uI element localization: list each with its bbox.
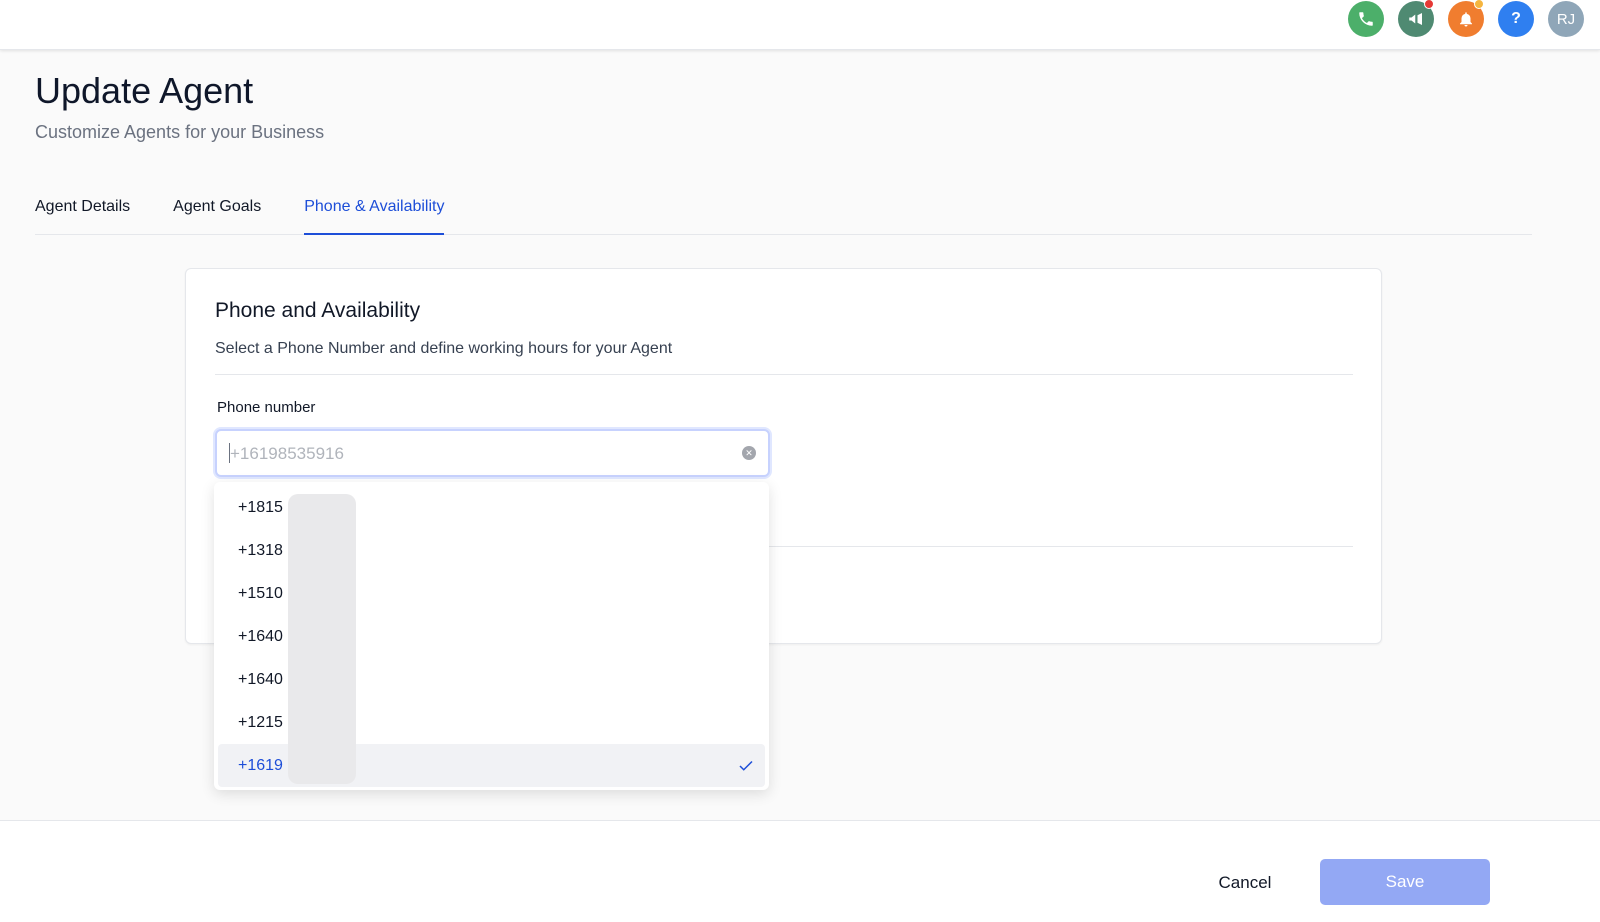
- phone-number-value: +16198535916: [230, 444, 344, 463]
- checkmark-icon: [739, 760, 753, 771]
- tab-phone-availability[interactable]: Phone & Availability: [304, 190, 445, 235]
- avatar[interactable]: RJ: [1548, 1, 1584, 37]
- cancel-button[interactable]: Cancel: [1195, 864, 1295, 902]
- tab-bar: Agent Details Agent Goals Phone & Availa…: [35, 190, 1532, 235]
- page-title: Update Agent: [35, 70, 254, 111]
- help-icon[interactable]: ?: [1498, 1, 1534, 37]
- close-circle-icon[interactable]: ✕: [742, 446, 756, 460]
- bell-icon[interactable]: [1448, 0, 1484, 37]
- tab-agent-details[interactable]: Agent Details: [35, 190, 130, 235]
- phone-icon[interactable]: [1348, 1, 1384, 37]
- megaphone-icon[interactable]: [1398, 0, 1434, 37]
- footer-bar: Cancel Save: [0, 820, 1600, 922]
- page-subtitle: Customize Agents for your Business: [35, 122, 325, 142]
- save-button[interactable]: Save: [1320, 859, 1490, 905]
- notification-dot: [1474, 0, 1484, 9]
- notification-dot: [1424, 0, 1434, 9]
- dropdown-option-label: +1619: [238, 756, 283, 774]
- phone-number-select[interactable]: +16198535916 ✕: [215, 429, 770, 477]
- top-icons: ? RJ: [1348, 0, 1584, 38]
- phone-number-label: Phone number: [217, 399, 316, 416]
- redaction-overlay: [288, 494, 356, 784]
- divider: [215, 374, 1353, 375]
- top-bar: ? RJ: [0, 0, 1600, 50]
- card-title: Phone and Availability: [215, 299, 421, 322]
- card-description: Select a Phone Number and define working…: [215, 340, 673, 357]
- tab-agent-goals[interactable]: Agent Goals: [173, 190, 261, 235]
- divider: [756, 546, 1353, 547]
- avatar-initials: RJ: [1556, 10, 1576, 28]
- help-glyph: ?: [1511, 10, 1521, 27]
